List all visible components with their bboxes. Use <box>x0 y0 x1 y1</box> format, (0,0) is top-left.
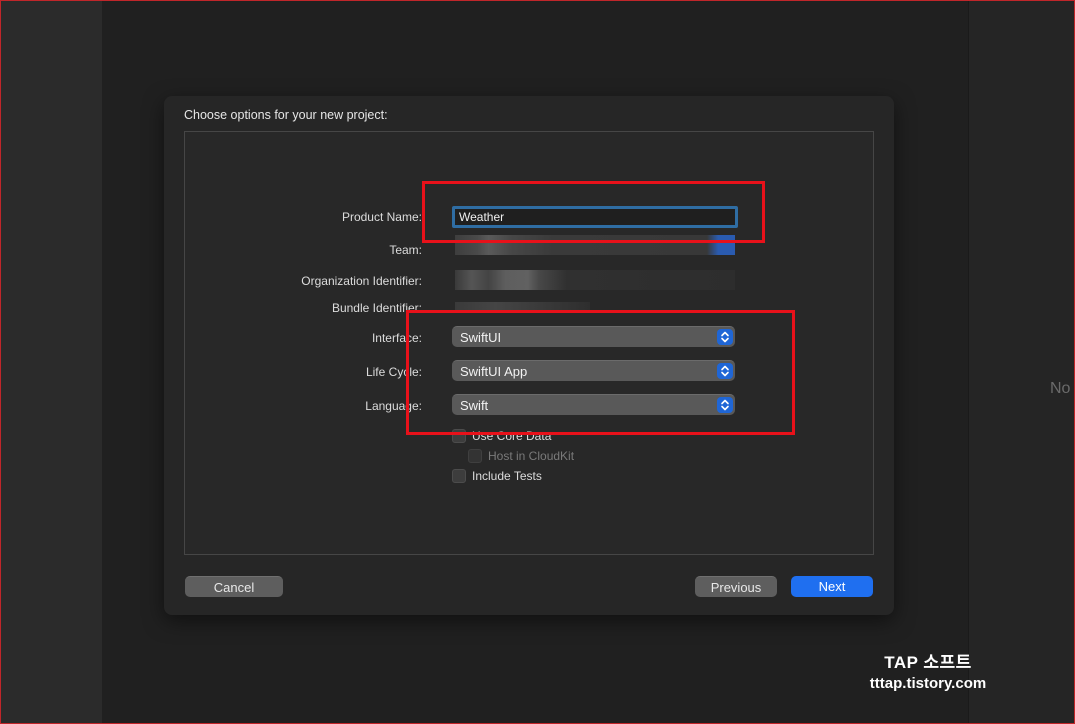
use-core-data-label: Use Core Data <box>472 429 552 443</box>
include-tests-label: Include Tests <box>472 469 542 483</box>
team-label: Team: <box>389 243 422 257</box>
sheet-title: Choose options for your new project: <box>184 108 388 122</box>
watermark-title: TAP 소프트 <box>884 653 972 672</box>
organization-identifier-label: Organization Identifier: <box>301 274 422 288</box>
previous-button[interactable]: Previous <box>695 576 777 597</box>
inspector-partial-text: No <box>1050 380 1071 397</box>
watermark-url: tttap.tistory.com <box>869 675 987 692</box>
use-core-data-checkbox[interactable] <box>452 429 466 443</box>
options-panel: Product Name: Weather Team: Organization… <box>184 131 874 555</box>
language-popup[interactable]: Swift <box>452 394 735 415</box>
host-in-cloudkit-checkbox <box>468 449 482 463</box>
include-tests-checkbox[interactable] <box>452 469 466 483</box>
product-name-field[interactable]: Weather <box>452 206 738 228</box>
product-name-label: Product Name: <box>341 210 422 224</box>
chevron-up-down-icon <box>717 397 733 413</box>
chevron-up-down-icon <box>717 363 733 379</box>
life-cycle-label: Life Cycle: <box>365 365 422 379</box>
cancel-button[interactable]: Cancel <box>185 576 283 597</box>
language-popup-value: Swift <box>460 398 489 413</box>
include-tests-option[interactable]: Include Tests <box>452 469 542 483</box>
new-project-options-sheet: Choose options for your new project: Pro… <box>164 96 894 615</box>
left-sidebar-background <box>1 1 102 723</box>
inspector-background <box>968 1 1074 723</box>
organization-identifier-field-redacted[interactable] <box>455 270 735 290</box>
language-label: Language: <box>365 399 422 413</box>
watermark: TAP 소프트 tttap.tistory.com <box>858 648 998 692</box>
host-in-cloudkit-option: Host in CloudKit <box>468 449 574 463</box>
life-cycle-popup-value: SwiftUI App <box>460 364 528 379</box>
interface-label: Interface: <box>371 331 422 345</box>
use-core-data-option[interactable]: Use Core Data <box>452 429 551 443</box>
interface-popup[interactable]: SwiftUI <box>452 326 735 347</box>
life-cycle-popup[interactable]: SwiftUI App <box>452 360 735 381</box>
host-in-cloudkit-label: Host in CloudKit <box>488 449 575 463</box>
team-popup-redacted[interactable] <box>455 235 735 255</box>
bundle-identifier-label: Bundle Identifier: <box>331 301 422 315</box>
bundle-identifier-redacted <box>455 302 590 312</box>
next-button[interactable]: Next <box>791 576 873 597</box>
chevron-up-down-icon <box>717 329 733 345</box>
interface-popup-value: SwiftUI <box>460 330 502 345</box>
